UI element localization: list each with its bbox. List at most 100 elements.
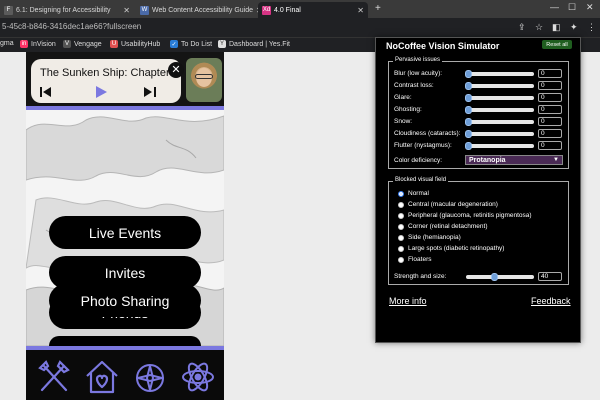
minimize-button[interactable]: — bbox=[550, 2, 559, 12]
ghosting-label: Ghosting: bbox=[394, 106, 422, 113]
avatar-glasses bbox=[195, 74, 213, 79]
ghosting-value[interactable]: 0 bbox=[538, 105, 562, 114]
slider-thumb[interactable] bbox=[465, 106, 472, 114]
todo-icon: ✓ bbox=[170, 40, 178, 48]
strength-label: Strength and size: bbox=[394, 273, 447, 280]
maximize-button[interactable]: ☐ bbox=[568, 2, 576, 13]
radio-central[interactable]: Central (macular degeneration) bbox=[398, 201, 498, 208]
bookmark-yesfit[interactable]: Y Dashboard | Yes.Fit bbox=[218, 40, 290, 48]
puzzle-icon[interactable]: ✦ bbox=[570, 22, 578, 33]
radio-peripheral[interactable]: Peripheral (glaucoma, retinitis pigmento… bbox=[398, 212, 532, 219]
radio-button[interactable] bbox=[398, 234, 404, 241]
cloudiness-value[interactable]: 0 bbox=[538, 129, 562, 138]
close-icon[interactable]: ✕ bbox=[168, 62, 184, 78]
slider-thumb[interactable] bbox=[465, 130, 472, 138]
tools-icon[interactable] bbox=[36, 358, 72, 396]
bookmark-todo[interactable]: ✓ To Do List bbox=[170, 40, 212, 48]
skip-back-icon[interactable] bbox=[39, 85, 53, 99]
slider-thumb[interactable] bbox=[465, 70, 472, 78]
chevron-down-icon: ▼ bbox=[553, 157, 559, 163]
new-tab-button[interactable]: + bbox=[375, 3, 381, 14]
invision-icon: in bbox=[20, 40, 28, 48]
flutter-value[interactable]: 0 bbox=[538, 141, 562, 150]
browser-tab-strip: F 6.1: Designing for Accessibility ✕ W W… bbox=[0, 0, 600, 18]
radio-floaters[interactable]: Floaters bbox=[398, 256, 431, 263]
radio-normal[interactable]: Normal bbox=[398, 190, 429, 197]
ghosting-slider[interactable] bbox=[465, 106, 534, 114]
blur-slider[interactable] bbox=[465, 70, 534, 78]
tab-title: 4.0 Final bbox=[274, 6, 301, 14]
bookmark-invision[interactable]: in InVision bbox=[20, 40, 56, 48]
radio-side[interactable]: Side (hemianopia) bbox=[398, 234, 461, 241]
phone-header: The Sunken Ship: Chapter 1 ✕ bbox=[26, 52, 224, 106]
radio-large-spots[interactable]: Large spots (diabetic retinopathy) bbox=[398, 245, 504, 252]
strength-slider[interactable] bbox=[466, 273, 534, 281]
contrast-loss-value[interactable]: 0 bbox=[538, 81, 562, 90]
url-field[interactable]: 5-45c8-b846-3416dec1ae66?fullscreen bbox=[2, 22, 141, 31]
slider-thumb[interactable] bbox=[465, 94, 472, 102]
menu-icon[interactable]: ⋮ bbox=[587, 22, 596, 33]
snow-slider[interactable] bbox=[465, 118, 534, 126]
bottom-navigation bbox=[26, 346, 224, 400]
track-title: The Sunken Ship: Chapter 1 bbox=[40, 67, 179, 79]
slider-thumb[interactable] bbox=[491, 273, 498, 281]
radio-button[interactable] bbox=[398, 201, 404, 208]
bookmark-figma[interactable]: gma bbox=[0, 40, 14, 47]
radio-button[interactable] bbox=[398, 256, 404, 263]
phone-prototype: The Sunken Ship: Chapter 1 ✕ Live Events bbox=[26, 52, 224, 400]
share-icon[interactable]: ⇪ bbox=[518, 22, 526, 33]
radio-button[interactable] bbox=[398, 245, 404, 252]
play-icon[interactable] bbox=[93, 85, 109, 99]
pervasive-issues-legend: Pervasive issues bbox=[393, 57, 443, 63]
slider-thumb[interactable] bbox=[465, 142, 472, 150]
browser-tab-designing[interactable]: F 6.1: Designing for Accessibility ✕ bbox=[0, 2, 134, 18]
browser-tab-xd-final[interactable]: Xd 4.0 Final ✕ bbox=[258, 2, 368, 18]
flutter-label: Flutter (nystagmus): bbox=[394, 142, 452, 149]
tab-favicon-icon: F bbox=[4, 5, 13, 15]
nocoffee-panel: NoCoffee Vision Simulator Reset all Perv… bbox=[375, 37, 581, 343]
color-deficiency-select[interactable]: Protanopia ▼ bbox=[465, 155, 563, 165]
blur-label: Blur (low acuity): bbox=[394, 70, 443, 77]
star-icon[interactable]: ☆ bbox=[535, 22, 543, 33]
blur-value[interactable]: 0 bbox=[538, 69, 562, 78]
contrast-loss-slider[interactable] bbox=[465, 82, 534, 90]
strength-value[interactable]: 40 bbox=[538, 272, 562, 281]
atom-icon[interactable] bbox=[180, 358, 216, 396]
color-deficiency-value: Protanopia bbox=[469, 157, 506, 164]
usabilityhub-icon: U bbox=[110, 40, 118, 48]
photo-sharing-button[interactable]: Photo Sharing bbox=[49, 284, 201, 317]
address-bar: 5-45c8-b846-3416dec1ae66?fullscreen ⇪ ☆ … bbox=[0, 18, 600, 37]
glare-label: Glare: bbox=[394, 94, 412, 101]
radio-corner[interactable]: Corner (retinal detachment) bbox=[398, 223, 487, 230]
bookmark-usabilityhub[interactable]: U UsabilityHub bbox=[110, 40, 160, 48]
flutter-slider[interactable] bbox=[465, 142, 534, 150]
reset-all-button[interactable]: Reset all bbox=[542, 40, 572, 49]
radio-button[interactable] bbox=[398, 190, 404, 197]
skip-forward-icon[interactable] bbox=[143, 85, 157, 99]
glare-slider[interactable] bbox=[465, 94, 534, 102]
extension-icon[interactable]: ◧ bbox=[552, 22, 561, 33]
close-tab-icon[interactable]: ✕ bbox=[354, 6, 364, 15]
close-tab-icon[interactable]: ✕ bbox=[120, 6, 130, 15]
cloudiness-slider[interactable] bbox=[465, 130, 534, 138]
slider-thumb[interactable] bbox=[465, 82, 472, 90]
live-events-button[interactable]: Live Events bbox=[49, 216, 201, 249]
tab-favicon-icon: W bbox=[140, 5, 149, 15]
close-window-button[interactable]: ✕ bbox=[586, 2, 594, 13]
browser-tab-wcag[interactable]: W Web Content Accessibility Guide ✕ bbox=[136, 2, 260, 18]
blocked-visual-field-group: Blocked visual field Normal Central (mac… bbox=[388, 177, 569, 285]
more-info-link[interactable]: More info bbox=[389, 296, 427, 306]
snow-label: Snow: bbox=[394, 118, 413, 125]
compass-icon[interactable] bbox=[132, 358, 168, 396]
feedback-link[interactable]: Feedback bbox=[531, 296, 571, 306]
glare-value[interactable]: 0 bbox=[538, 93, 562, 102]
contrast-loss-label: Contrast loss: bbox=[394, 82, 434, 89]
radio-button[interactable] bbox=[398, 223, 404, 230]
snow-value[interactable]: 0 bbox=[538, 117, 562, 126]
avatar[interactable] bbox=[186, 58, 222, 102]
slider-thumb[interactable] bbox=[465, 118, 472, 126]
radio-button[interactable] bbox=[398, 212, 404, 219]
bookmark-vengage[interactable]: V Vengage bbox=[63, 40, 102, 48]
home-heart-icon[interactable] bbox=[84, 358, 120, 396]
cloudiness-label: Cloudiness (cataracts): bbox=[394, 130, 461, 137]
